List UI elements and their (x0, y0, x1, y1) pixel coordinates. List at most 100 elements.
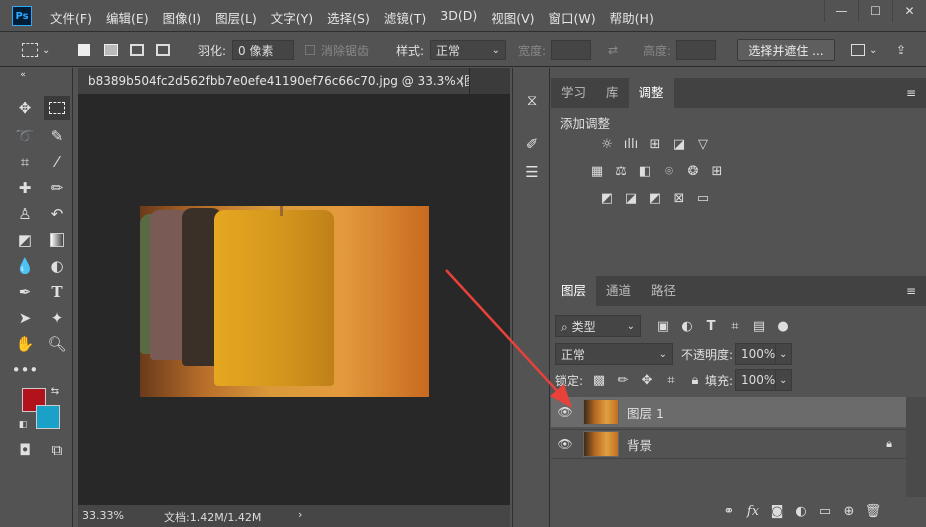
clone-stamp-tool-icon[interactable]: ♙ (12, 202, 38, 226)
menu-type[interactable]: 文字(Y) (271, 8, 313, 27)
lock-all-icon[interactable]: 🔒︎ (683, 369, 707, 391)
layer-filter-select[interactable]: ⌕ 类型 ⌄ (555, 315, 641, 337)
posterize-icon[interactable]: ◪ (619, 187, 643, 209)
lock-transparent-icon[interactable]: ▩ (587, 369, 611, 391)
share-icon[interactable]: ⇪ (896, 40, 906, 60)
screen-mode-icon[interactable]: ⧉ (44, 438, 70, 462)
invert-icon[interactable]: ◩ (595, 187, 619, 209)
fill-chevron-icon[interactable]: ⌄ (775, 369, 792, 391)
exposure-icon[interactable]: ◪ (667, 133, 691, 155)
shape-filter-icon[interactable]: ⌗ (723, 315, 747, 337)
layer-row-background[interactable]: 👁︎ 背景 🔒︎ (551, 429, 906, 459)
new-selection-icon[interactable] (78, 40, 90, 60)
photo-filter-icon[interactable]: ⌾ (657, 160, 681, 182)
menu-layer[interactable]: 图层(L) (215, 8, 257, 27)
zoom-level[interactable]: 33.33% (82, 509, 124, 522)
tab-layers[interactable]: 图层 (551, 276, 597, 306)
dodge-tool-icon[interactable]: ◐ (44, 254, 70, 278)
brush-settings-icon[interactable]: ✐ (519, 132, 545, 156)
vibrance-icon[interactable]: ▽ (691, 133, 715, 155)
opacity-chevron-icon[interactable]: ⌄ (775, 343, 792, 365)
menu-file[interactable]: 文件(F) (50, 8, 92, 27)
color-balance-icon[interactable]: ⚖ (609, 160, 633, 182)
menu-filter[interactable]: 滤镜(T) (384, 8, 426, 27)
smart-object-filter-icon[interactable]: ▤ (747, 315, 771, 337)
layer-mask-icon[interactable]: ◙ (765, 500, 789, 522)
gradient-map-icon[interactable]: ▭ (691, 187, 715, 209)
link-layers-icon[interactable]: ⚭ (717, 500, 741, 522)
marquee-tool-icon[interactable] (44, 96, 70, 120)
new-adjustment-layer-icon[interactable]: ◐ (789, 500, 813, 522)
move-tool-icon[interactable]: ✥ (12, 96, 38, 120)
height-input[interactable] (676, 40, 716, 60)
select-and-mask-button[interactable]: 选择并遮住 ... (737, 39, 835, 61)
selective-color-icon[interactable]: ⊠ (667, 187, 691, 209)
tab-paths[interactable]: 路径 (641, 276, 686, 306)
layer-row-layer1[interactable]: 👁︎ 图层 1 (551, 397, 906, 427)
menu-3d[interactable]: 3D(D) (440, 8, 477, 27)
layer-name[interactable]: 图层 1 (627, 403, 664, 422)
adjustment-filter-icon[interactable]: ◐ (675, 315, 699, 337)
eraser-tool-icon[interactable]: ◩ (12, 228, 38, 252)
lasso-tool-icon[interactable]: ➰ (12, 124, 38, 148)
gradient-tool-icon[interactable] (44, 228, 70, 252)
swap-dimensions-icon[interactable]: ⇄ (608, 40, 618, 60)
healing-brush-tool-icon[interactable]: ✚ (12, 176, 38, 200)
swap-colors-icon[interactable]: ⇆ (48, 384, 62, 398)
menu-help[interactable]: 帮助(H) (610, 8, 654, 27)
document-image[interactable] (140, 206, 429, 397)
status-more-icon[interactable]: › (298, 508, 302, 521)
menu-window[interactable]: 窗口(W) (549, 8, 596, 27)
fx-icon[interactable]: fx (741, 500, 765, 522)
threshold-icon[interactable]: ◩ (643, 187, 667, 209)
default-colors-icon[interactable]: ◧ (16, 418, 30, 432)
quick-mask-icon[interactable]: ◘ (12, 438, 38, 462)
close-document-button[interactable]: × (450, 68, 470, 94)
properties-panel-icon[interactable]: ☰ (519, 160, 545, 184)
layers-scrollbar[interactable] (906, 397, 926, 497)
tab-channels[interactable]: 通道 (596, 276, 641, 306)
menu-image[interactable]: 图像(I) (163, 8, 201, 27)
lock-image-icon[interactable]: ✏ (611, 369, 635, 391)
visibility-eye-icon[interactable]: 👁︎ (551, 437, 579, 451)
history-brush-tool-icon[interactable]: ↶ (44, 202, 70, 226)
curves-icon[interactable]: ⊞ (643, 133, 667, 155)
add-selection-icon[interactable] (104, 40, 118, 60)
pixel-filter-icon[interactable]: ▣ (651, 315, 675, 337)
path-select-tool-icon[interactable]: ➤ (12, 306, 38, 330)
menu-view[interactable]: 视图(V) (491, 8, 534, 27)
lock-position-icon[interactable]: ✥ (635, 369, 659, 391)
subtract-selection-icon[interactable] (130, 40, 144, 60)
visibility-eye-icon[interactable]: 👁︎ (551, 405, 579, 419)
maximize-button[interactable]: ☐ (858, 0, 892, 22)
new-group-icon[interactable]: ▭ (813, 500, 837, 522)
delete-layer-icon[interactable]: 🗑︎ (861, 500, 885, 522)
artboard-icon[interactable]: ⌗ (659, 369, 683, 391)
hue-saturation-icon[interactable]: ▦ (585, 160, 609, 182)
brush-tool-icon[interactable]: ✏ (44, 176, 70, 200)
color-lookup-icon[interactable]: ⊞ (705, 160, 729, 182)
menu-edit[interactable]: 编辑(E) (106, 8, 149, 27)
crop-tool-icon[interactable]: ⌗ (12, 150, 38, 174)
close-window-button[interactable]: ✕ (892, 0, 926, 22)
minimize-button[interactable]: — (824, 0, 858, 22)
layers-panel-menu-icon[interactable]: ≡ (906, 284, 916, 298)
type-tool-icon[interactable]: T (44, 280, 70, 304)
more-tools-icon[interactable]: ••• (12, 358, 39, 382)
zoom-tool-icon[interactable]: 🔍︎ (44, 332, 70, 356)
blend-mode-select[interactable]: 正常 ⌄ (555, 343, 673, 365)
feather-input[interactable]: 0 像素 (232, 40, 294, 60)
levels-icon[interactable]: ıllı (619, 133, 643, 155)
blur-tool-icon[interactable]: 💧 (12, 254, 38, 278)
antialias-checkbox[interactable]: 消除锯齿 (305, 40, 369, 60)
tab-libraries[interactable]: 库 (596, 78, 629, 108)
channel-mixer-icon[interactable]: ❂ (681, 160, 705, 182)
history-panel-icon[interactable]: ⧖ (519, 88, 545, 112)
hand-tool-icon[interactable]: ✋ (12, 332, 38, 356)
width-input[interactable] (551, 40, 591, 60)
shape-tool-icon[interactable]: ✦ (44, 306, 70, 330)
marquee-preset-icon[interactable]: ⌄ (22, 40, 50, 60)
eyedropper-tool-icon[interactable]: ⁄ (44, 150, 70, 174)
layer-name[interactable]: 背景 (627, 435, 652, 454)
intersect-selection-icon[interactable] (156, 40, 170, 60)
